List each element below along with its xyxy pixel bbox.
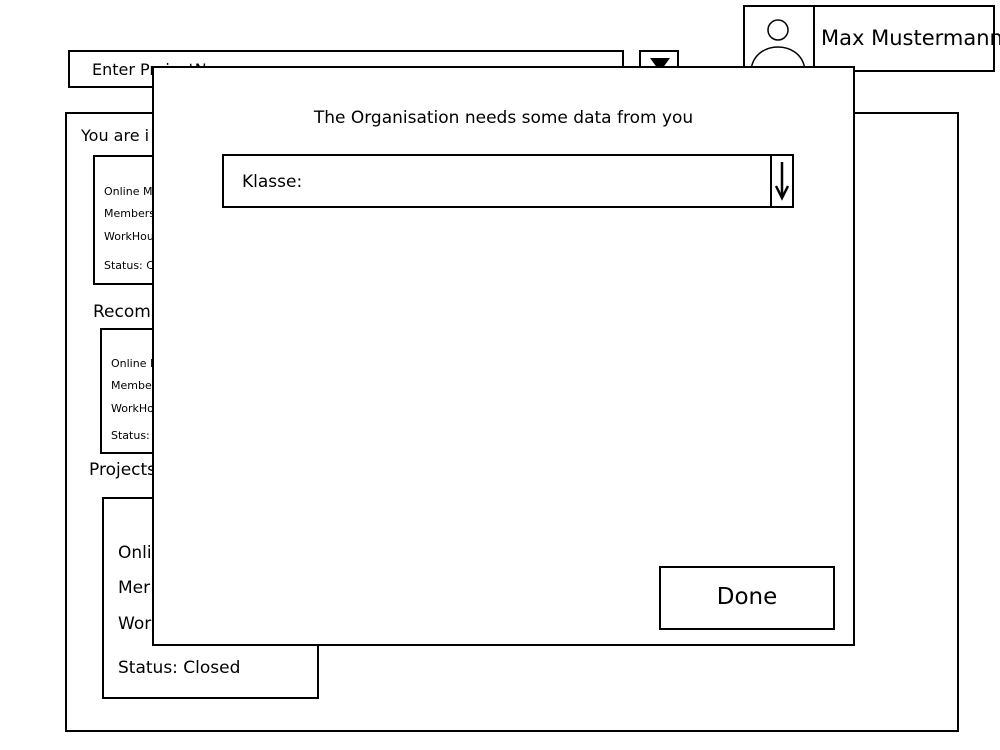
project-status-line: Status: C (104, 259, 154, 272)
project-online-line: Online M (104, 185, 153, 198)
main-heading: You are i (81, 126, 150, 145)
user-name: Max Mustermann (821, 26, 1000, 50)
project-members-line: Members (104, 207, 155, 220)
data-request-modal: The Organisation needs some data from yo… (152, 66, 855, 646)
user-card-divider (813, 7, 815, 70)
klasse-select[interactable]: Klasse: (222, 154, 794, 208)
projects-label: Projects (89, 460, 157, 480)
project-workhours-line: Wor (118, 614, 152, 634)
avatar (745, 7, 813, 72)
project-members-line: Member (111, 379, 157, 392)
done-button[interactable]: Done (659, 566, 835, 630)
project-status-line: Status: Closed (118, 658, 241, 678)
user-card[interactable]: Max Mustermann (743, 5, 1000, 72)
project-online-line: Onli (118, 543, 152, 563)
project-status-line: Status: (111, 429, 150, 442)
modal-title: The Organisation needs some data from yo… (313, 108, 694, 128)
project-members-line: Mer (118, 578, 151, 598)
user-icon (750, 19, 806, 71)
klasse-label: Klasse: (242, 172, 303, 192)
project-workhours-line: WorkHou (104, 230, 154, 243)
done-button-label: Done (716, 584, 778, 610)
select-dropdown-button[interactable] (770, 156, 792, 206)
project-workhours-line: WorkHo (111, 402, 154, 415)
arrow-down-icon (774, 162, 790, 201)
